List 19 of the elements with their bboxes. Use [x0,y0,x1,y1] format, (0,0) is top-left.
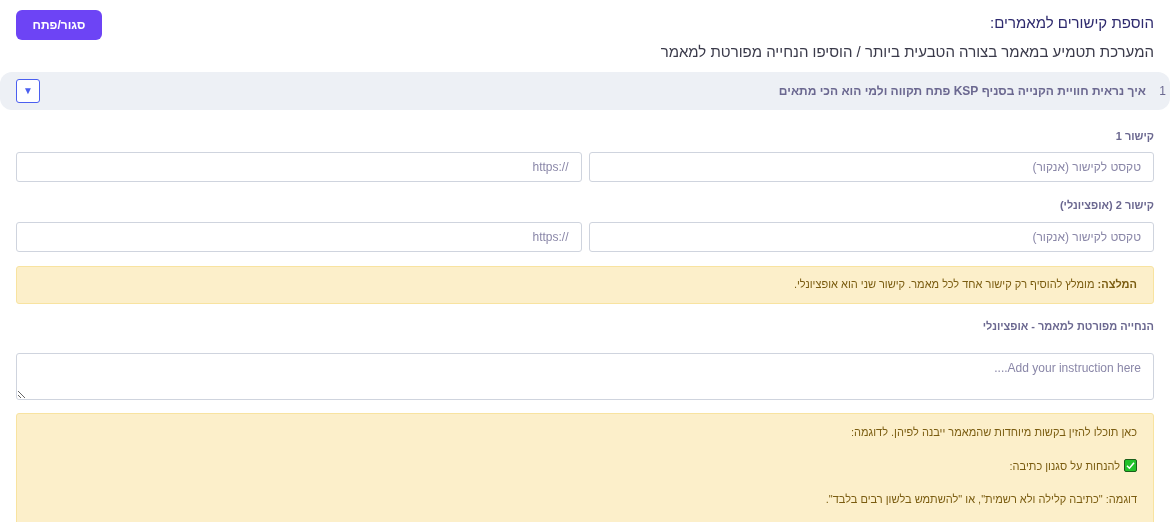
field-label: הנחייה מפורטת למאמר - אופציונלי [982,318,1154,334]
anchor-text-field[interactable]: טקסט לקישור (אנקור) [588,152,1154,182]
toggle-button[interactable]: סגור/פתח [16,10,102,40]
article-number: 1 [1158,82,1166,100]
article-question: איך נראית חוויית הקנייה בסניף KSP פתח תקווה ולמי הוא הכי מתאים [778,82,1146,100]
field-label: קישור 1 [1115,128,1154,144]
field-label: קישור 2 (אופציונלי) [1059,198,1154,213]
help-intro: כאן תוכלו להזין בקשות מיוחדות שהמאמר ייבנה לפיהן. לדוגמה: [850,425,1137,440]
anchor-text-field[interactable]: טקסט לקישור (אנקור) [588,221,1154,252]
section-subtitle: המערכת תטמיע במאמר בצורה הטבעית ביותר / הוסיפו הנחייה מפורטת למאמר [660,42,1154,62]
check-icon [1124,459,1137,473]
url-field[interactable]: https:// [16,152,582,182]
recommendation-text: המלצה: מומלץ להוסיף רק קישור אחד לכל מאמר. קישור שני הוא אופציונלי. [793,277,1137,293]
help-example: דוגמה: "כתיבה קלילה ולא רשמית", או "להשתמש בלשון רבים בלבד". [825,492,1137,507]
section-title: הוספת קישורים למאמרים: [990,13,1154,33]
expand-button[interactable]: ▼ [16,78,40,103]
url-field[interactable]: https:// [16,221,582,252]
instruction-field[interactable]: Add your instruction here.... [16,353,1154,400]
help-item-title: להנחות על סגנון כתיבה: [1009,458,1120,474]
